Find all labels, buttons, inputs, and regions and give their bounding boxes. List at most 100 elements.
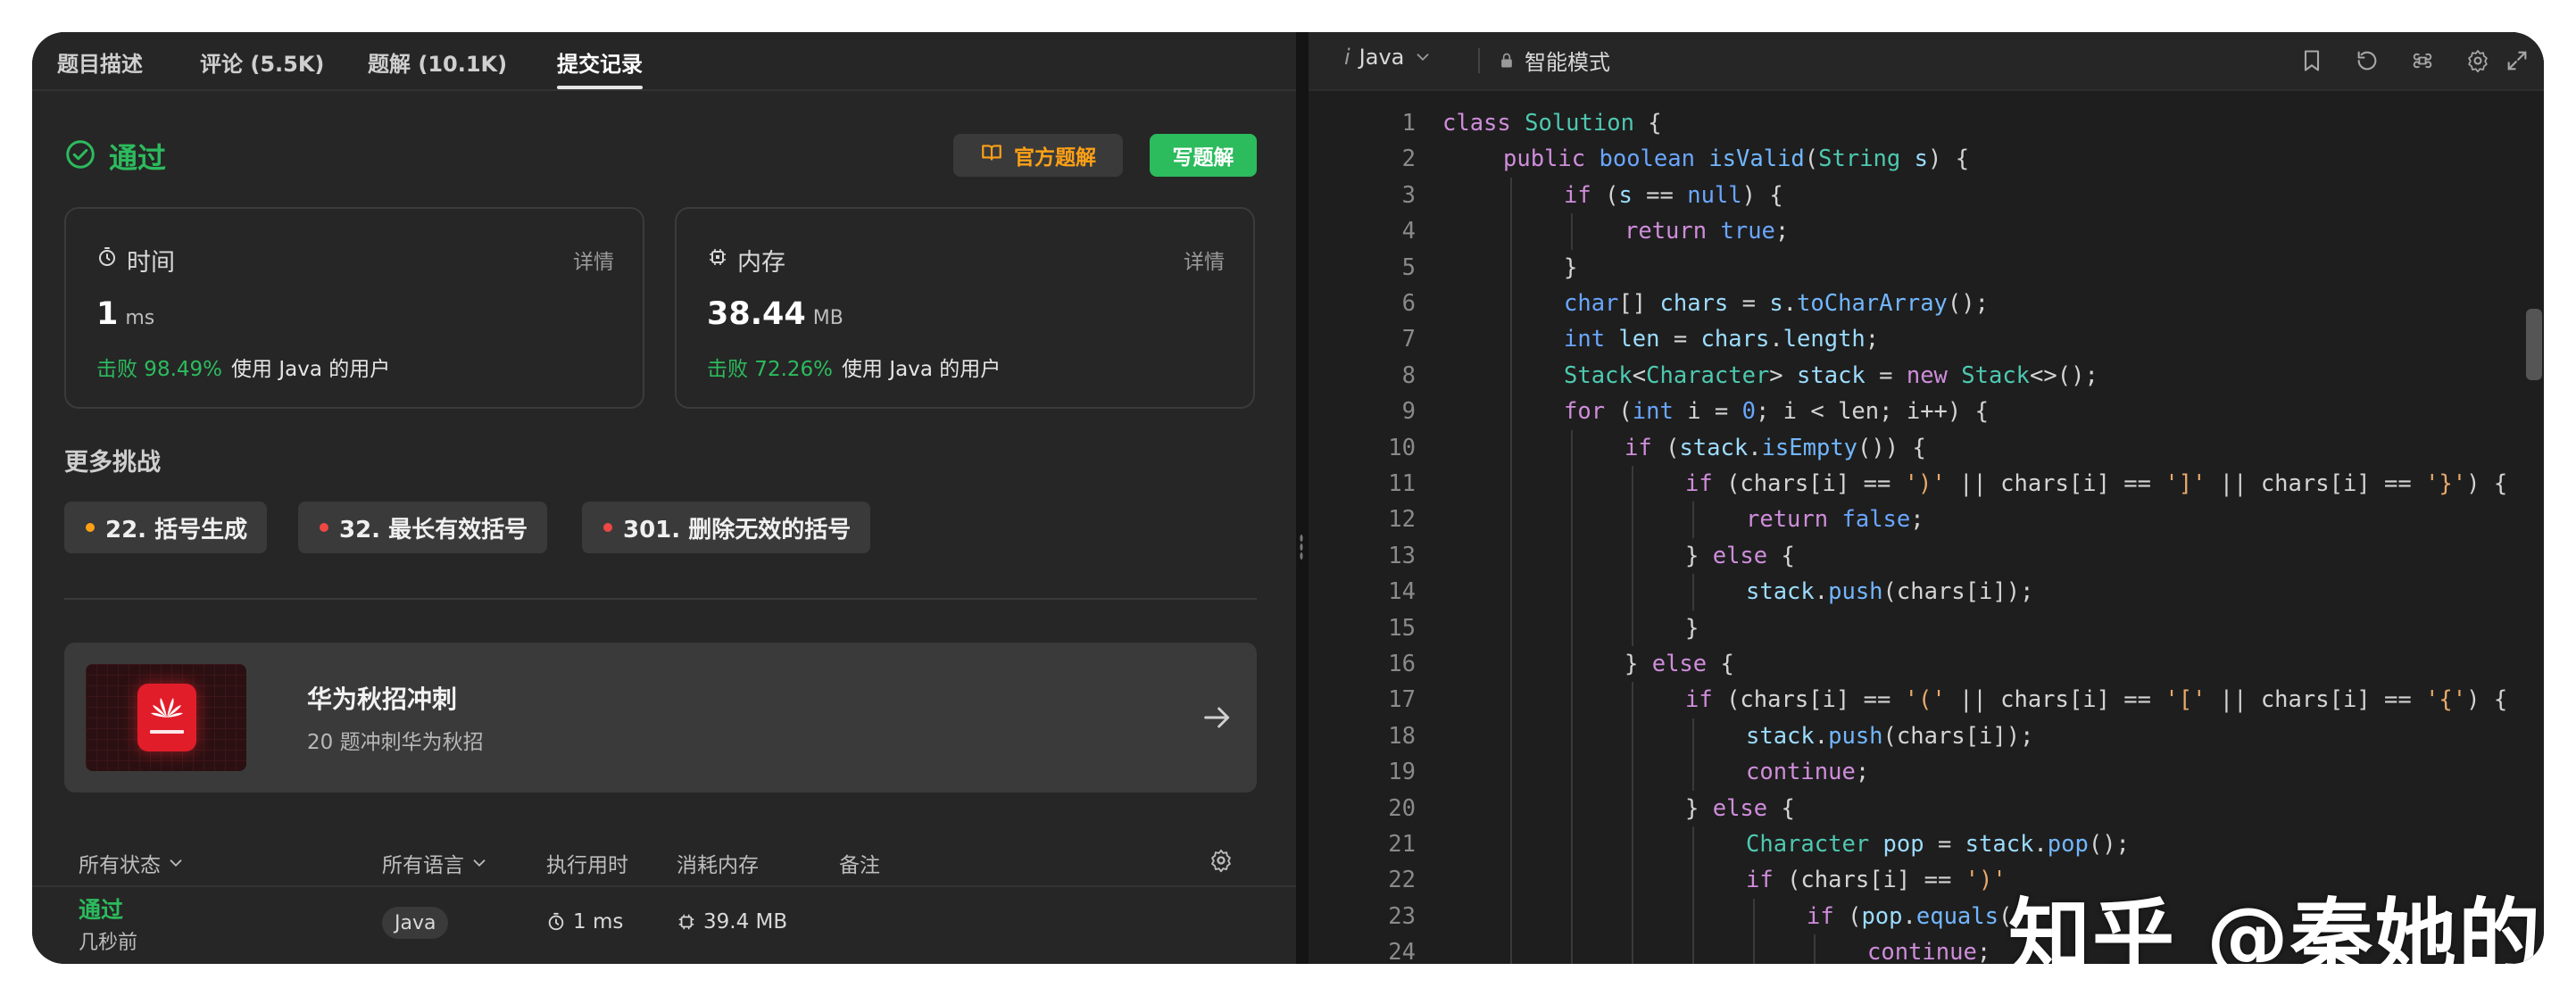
memory-beat: 击败 72.26% 使用 Java 的用户 xyxy=(707,352,1001,382)
language-select[interactable]: i Java xyxy=(1344,45,1433,70)
code-line[interactable]: 10 if (stack.isEmpty()) { xyxy=(1309,429,2544,466)
promo-card[interactable]: 华为秋招冲刺 20 题冲刺华为秋招 xyxy=(64,643,1257,793)
code-line[interactable]: 5} xyxy=(1309,249,2544,286)
editor-scrollbar[interactable] xyxy=(2526,309,2542,380)
drag-handle-icon[interactable] xyxy=(1300,534,1303,560)
memory-beat-percent: 击败 72.26% xyxy=(707,358,834,381)
code-line[interactable]: 15} xyxy=(1309,610,2544,646)
code-line[interactable]: 2 public boolean isValid(String s) { xyxy=(1309,141,2544,177)
official-solution-label: 官方题解 xyxy=(1014,146,1096,170)
indent-guide xyxy=(1692,754,1694,791)
reset-icon[interactable] xyxy=(2353,46,2381,75)
code-line[interactable]: 7 int len = chars.length; xyxy=(1309,321,2544,358)
smart-mode-toggle[interactable]: 智能模式 xyxy=(1498,45,1610,76)
tab-solutions[interactable]: 题解 (10.1K) xyxy=(368,46,507,78)
indent-guide xyxy=(1510,286,1512,322)
settings-gear-icon[interactable] xyxy=(1209,848,1234,873)
code-text[interactable]: } else { xyxy=(1685,791,1795,826)
code-text[interactable]: int len = chars.length; xyxy=(1564,321,1879,357)
code-line[interactable]: 6 char[] chars = s.toCharArray(); xyxy=(1309,286,2544,322)
code-line[interactable]: 1 class Solution { xyxy=(1309,105,2544,141)
line-number: 23 xyxy=(1388,902,1416,930)
code-text[interactable]: stack.push(chars[i]); xyxy=(1746,574,2033,610)
runtime-detail-link[interactable]: 详情 xyxy=(573,245,614,275)
indent-guide xyxy=(1510,502,1512,538)
memory-detail-link[interactable]: 详情 xyxy=(1184,245,1225,275)
runtime-unit: ms xyxy=(125,307,155,329)
code-editor[interactable]: 1 class Solution {2 public boolean isValid… xyxy=(1309,105,2544,964)
code-text[interactable]: } xyxy=(1564,250,1577,286)
bookmark-icon[interactable] xyxy=(2298,46,2326,75)
code-text[interactable]: if (pop.equals( xyxy=(1807,899,2012,934)
code-line[interactable]: 3 if (s == null) { xyxy=(1309,177,2544,214)
book-icon xyxy=(980,141,1003,170)
command-icon[interactable] xyxy=(2408,46,2437,75)
runtime-card: 时间 详情 1 ms 击败 98.49% 使用 Java 的用户 xyxy=(64,207,644,409)
panel-splitter[interactable] xyxy=(1296,32,1309,964)
code-line[interactable]: 21 Character pop = stack.pop(); xyxy=(1309,826,2544,863)
runtime-beat-suffix: 使用 Java 的用户 xyxy=(231,358,391,381)
code-text[interactable]: } xyxy=(1685,610,1699,646)
official-solution-button[interactable]: 官方题解 xyxy=(953,134,1123,177)
row-status[interactable]: 通过 xyxy=(79,892,123,925)
code-line[interactable]: 9 for (int i = 0; i < len; i++) { xyxy=(1309,394,2544,430)
indent-guide xyxy=(1510,177,1512,214)
expand-icon[interactable] xyxy=(2503,46,2531,75)
line-number: 7 xyxy=(1401,326,1416,353)
challenge-chip-1[interactable]: 22. 括号生成 xyxy=(64,502,268,553)
code-text[interactable]: if (s == null) { xyxy=(1564,178,1783,213)
code-line[interactable]: 14 stack.push(chars[i]); xyxy=(1309,574,2544,610)
challenge-chip-2[interactable]: 32. 最长有效括号 xyxy=(298,502,548,553)
huawei-logo-icon xyxy=(137,684,196,751)
code-text[interactable]: if (stack.isEmpty()) { xyxy=(1625,430,1926,466)
code-line[interactable]: 18 stack.push(chars[i]); xyxy=(1309,718,2544,755)
code-line[interactable]: 4 return true; xyxy=(1309,213,2544,250)
arrow-right-icon[interactable] xyxy=(1200,700,1235,739)
code-text[interactable]: Character pop = stack.pop(); xyxy=(1746,826,2130,862)
code-text[interactable]: if (chars[i] == '(' || chars[i] == '[' |… xyxy=(1685,682,2507,718)
tab-description[interactable]: 题目描述 xyxy=(57,46,143,78)
indent-guide xyxy=(1510,321,1512,358)
memory-number: 38.44 xyxy=(707,296,806,332)
code-text[interactable]: return false; xyxy=(1746,502,1924,537)
runtime-beat: 击败 98.49% 使用 Java 的用户 xyxy=(96,352,390,382)
code-text[interactable]: } else { xyxy=(1685,538,1795,574)
tab-comments[interactable]: 评论 (5.5K) xyxy=(200,46,324,78)
row-memory: 39.4 MB xyxy=(677,910,787,934)
code-line[interactable]: 12 return false; xyxy=(1309,502,2544,538)
code-line[interactable]: 16} else { xyxy=(1309,646,2544,683)
code-text[interactable]: continue; xyxy=(1746,754,1869,790)
code-text[interactable]: if (chars[i] == ')' xyxy=(1746,862,2007,898)
language-badge: Java xyxy=(382,907,449,939)
row-time: 几秒前 xyxy=(79,932,138,954)
code-text[interactable]: char[] chars = s.toCharArray(); xyxy=(1564,286,1989,321)
line-number: 6 xyxy=(1401,290,1416,317)
challenge-label: 32. 最长有效括号 xyxy=(339,516,528,544)
submissions-table-header: 所有状态 所有语言 执行用时 消耗内存 备注 xyxy=(32,835,1296,887)
code-line[interactable]: 8 Stack<Character> stack = new Stack<>(); xyxy=(1309,357,2544,394)
code-text[interactable]: class Solution { xyxy=(1442,105,1662,141)
indent-guide xyxy=(1571,610,1573,646)
filter-status-dropdown[interactable]: 所有状态 xyxy=(79,848,186,878)
settings-icon[interactable] xyxy=(2464,46,2492,75)
code-text[interactable]: if (chars[i] == ')' || chars[i] == ']' |… xyxy=(1685,466,2507,502)
code-line[interactable]: 19 continue; xyxy=(1309,754,2544,791)
code-text[interactable]: public boolean isValid(String s) { xyxy=(1503,141,1969,177)
code-text[interactable]: return true; xyxy=(1625,213,1789,249)
code-text[interactable]: } else { xyxy=(1625,646,1734,682)
challenge-chip-3[interactable]: 301. 删除无效的括号 xyxy=(582,502,871,553)
code-text[interactable]: Stack<Character> stack = new Stack<>(); xyxy=(1564,358,2098,394)
code-text[interactable]: stack.push(chars[i]); xyxy=(1746,718,2033,754)
indent-guide xyxy=(1632,790,1633,826)
filter-language-dropdown[interactable]: 所有语言 xyxy=(382,848,489,878)
code-line[interactable]: 17 if (chars[i] == '(' || chars[i] == '['… xyxy=(1309,682,2544,718)
code-text[interactable]: for (int i = 0; i < len; i++) { xyxy=(1564,394,1989,429)
code-line[interactable]: 20} else { xyxy=(1309,790,2544,826)
write-solution-button[interactable]: 写题解 xyxy=(1150,134,1257,177)
runtime-title: 时间 xyxy=(96,243,175,278)
code-line[interactable]: 11 if (chars[i] == ')' || chars[i] == ']'… xyxy=(1309,466,2544,502)
code-text[interactable]: continue; xyxy=(1867,934,1990,964)
indent-guide xyxy=(1692,718,1694,755)
tab-submissions[interactable]: 提交记录 xyxy=(557,46,643,89)
code-line[interactable]: 13} else { xyxy=(1309,537,2544,575)
